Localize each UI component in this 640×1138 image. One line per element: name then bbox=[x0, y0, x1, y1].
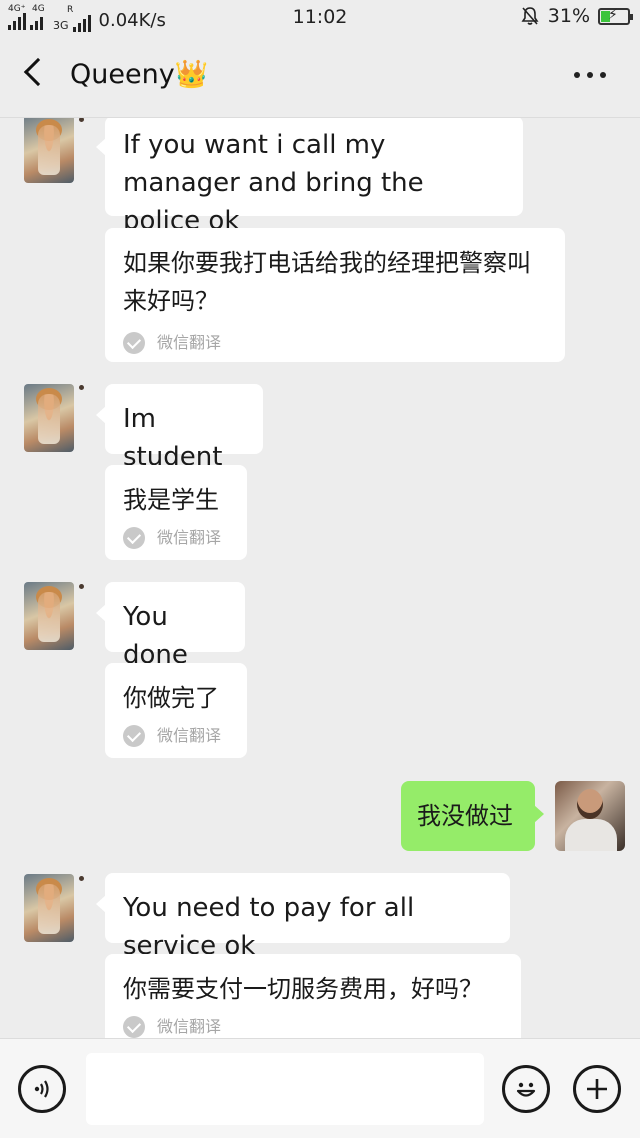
voice-icon bbox=[34, 1080, 49, 1098]
my-message-bubble[interactable]: 我没做过 bbox=[401, 781, 544, 851]
more-options-icon[interactable] bbox=[574, 72, 606, 78]
translation-text: 我是学生 bbox=[123, 486, 219, 514]
contact-avatar[interactable] bbox=[24, 118, 74, 183]
chat-header: Queeny👑 bbox=[0, 34, 640, 118]
check-icon bbox=[123, 1016, 145, 1038]
check-icon bbox=[123, 725, 145, 747]
translation-text: 如果你要我打电话给我的经理把警察叫来好吗？ bbox=[123, 249, 531, 315]
unread-dot bbox=[79, 385, 84, 390]
smiley-icon bbox=[516, 1082, 536, 1097]
translation-source-label: 微信翻译 bbox=[157, 726, 222, 745]
message-text: If you want i call my manager and bring … bbox=[123, 130, 424, 236]
battery-percent: 31% bbox=[547, 5, 590, 27]
plus-icon bbox=[587, 1079, 607, 1099]
contact-avatar[interactable] bbox=[24, 874, 74, 942]
message-input[interactable] bbox=[86, 1053, 484, 1125]
mute-bell-icon bbox=[521, 7, 539, 25]
message-text: Im student bbox=[123, 404, 223, 472]
unread-dot bbox=[79, 118, 84, 122]
my-avatar[interactable] bbox=[555, 781, 625, 851]
emoji-button[interactable] bbox=[502, 1065, 550, 1113]
translation-bubble[interactable]: 如果你要我打电话给我的经理把警察叫来好吗？ 微信翻译 bbox=[105, 228, 565, 362]
more-functions-button[interactable] bbox=[573, 1065, 621, 1113]
message-bubble[interactable]: You need to pay for all service ok bbox=[96, 873, 510, 961]
translation-source-label: 微信翻译 bbox=[157, 1017, 222, 1036]
message-bubble[interactable]: You done bbox=[96, 582, 245, 670]
translation-badge: 微信翻译 bbox=[123, 324, 547, 362]
translation-badge: 微信翻译 bbox=[123, 717, 229, 755]
voice-input-button[interactable] bbox=[18, 1065, 66, 1113]
status-right: 31% ⚡ bbox=[520, 5, 633, 27]
unread-dot bbox=[79, 584, 84, 589]
translation-text: 你需要支付一切服务费用，好吗？ bbox=[123, 975, 483, 1003]
check-icon bbox=[123, 332, 145, 354]
contact-avatar[interactable] bbox=[24, 384, 74, 452]
translation-bubble[interactable]: 我是学生 微信翻译 bbox=[105, 465, 247, 560]
message-text: 我没做过 bbox=[417, 802, 513, 830]
status-bar: 4G⁺ 4G R 3G 0.04K/s 11:02 31% ⚡ bbox=[0, 0, 640, 34]
translation-text: 你做完了 bbox=[123, 684, 219, 712]
message-bubble[interactable]: If you want i call my manager and bring … bbox=[96, 118, 523, 236]
message-bubble[interactable]: Im student bbox=[96, 384, 263, 472]
check-icon bbox=[123, 527, 145, 549]
chat-title: Queeny👑 bbox=[70, 59, 209, 90]
message-list[interactable]: If you want i call my manager and bring … bbox=[0, 118, 640, 1038]
message-text: You done bbox=[123, 602, 188, 670]
translation-bubble[interactable]: 你做完了 微信翻译 bbox=[105, 663, 247, 758]
translation-badge: 微信翻译 bbox=[123, 1008, 503, 1038]
translation-source-label: 微信翻译 bbox=[157, 528, 222, 547]
battery-icon: ⚡ bbox=[598, 7, 633, 25]
translation-badge: 微信翻译 bbox=[123, 519, 229, 557]
translation-source-label: 微信翻译 bbox=[157, 333, 222, 352]
translation-bubble[interactable]: 你需要支付一切服务费用，好吗？ 微信翻译 bbox=[105, 954, 521, 1038]
message-text: You need to pay for all service ok bbox=[123, 893, 415, 961]
contact-avatar[interactable] bbox=[24, 582, 74, 650]
unread-dot bbox=[79, 876, 84, 881]
input-bar bbox=[0, 1038, 640, 1138]
back-arrow-icon[interactable] bbox=[23, 57, 53, 87]
